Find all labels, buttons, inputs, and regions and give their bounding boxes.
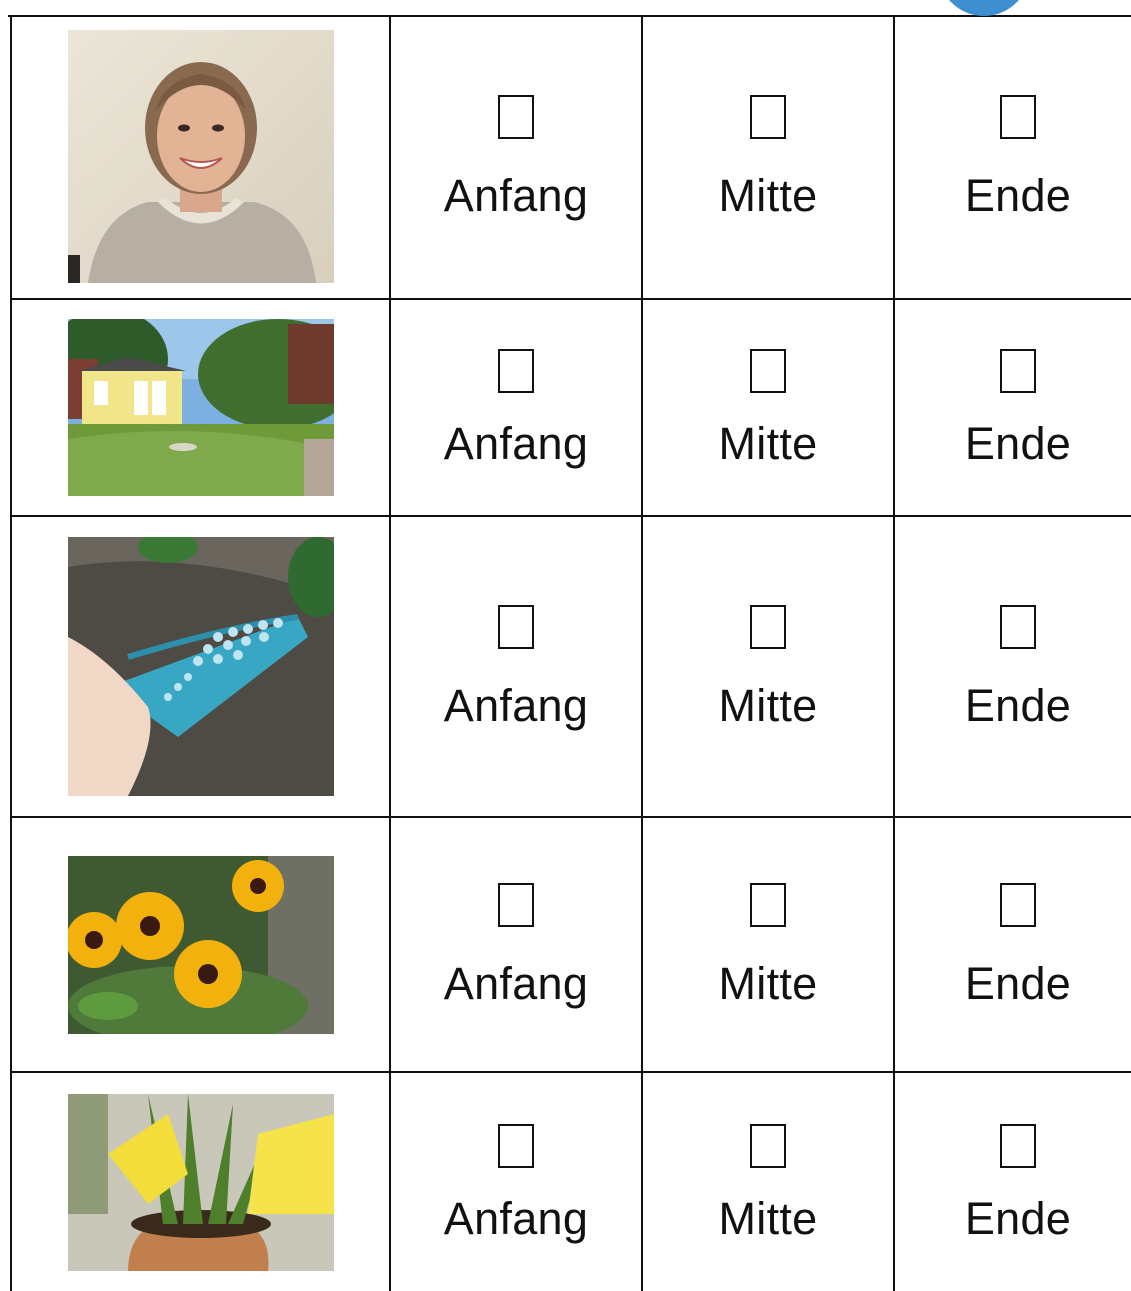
option-label: Mitte: [718, 170, 818, 221]
checkbox-mitte[interactable]: [750, 349, 786, 393]
answer-cell: Anfang: [389, 298, 643, 517]
answer-cell: Mitte: [641, 298, 895, 517]
checkbox-anfang[interactable]: [498, 349, 534, 393]
option-label: Ende: [964, 418, 1072, 469]
image-cell: [10, 515, 391, 818]
option-label: Mitte: [718, 680, 818, 731]
worksheet-table: Anfang Mitte Ende Anfang Mitte Ende Anfa…: [10, 15, 1131, 1291]
option-label: Mitte: [718, 958, 818, 1009]
answer-cell: Mitte: [641, 1071, 895, 1291]
answer-cell: Mitte: [641, 15, 895, 300]
answer-cell: Anfang: [389, 816, 643, 1073]
checkbox-ende[interactable]: [1000, 349, 1036, 393]
checkbox-mitte[interactable]: [750, 883, 786, 927]
answer-cell: Anfang: [389, 515, 643, 818]
answer-cell: Anfang: [389, 15, 643, 300]
image-cell: [10, 15, 391, 300]
checkbox-ende[interactable]: [1000, 95, 1036, 139]
option-label: Ende: [964, 170, 1072, 221]
worksheet-row: Anfang Mitte Ende: [10, 816, 1131, 1073]
option-label: Anfang: [443, 418, 589, 469]
answer-cell: Ende: [893, 298, 1131, 517]
image-cell: [10, 298, 391, 517]
garden-house-lawn-photo: [67, 319, 334, 496]
checkbox-mitte[interactable]: [750, 95, 786, 139]
option-label: Mitte: [718, 1192, 818, 1244]
answer-cell: Ende: [893, 15, 1131, 300]
option-label: Anfang: [443, 680, 589, 731]
option-label: Anfang: [443, 170, 589, 221]
corner-badge-logo: [938, 0, 1030, 16]
fertilizer-scoop-photo: [67, 537, 334, 796]
worksheet-row: Anfang Mitte Ende: [10, 298, 1131, 517]
image-cell: [10, 1071, 391, 1291]
checkbox-anfang[interactable]: [498, 1123, 534, 1168]
checkbox-mitte[interactable]: [750, 1123, 786, 1168]
option-label: Ende: [964, 680, 1072, 731]
option-label: Ende: [964, 1192, 1072, 1244]
option-label: Anfang: [443, 958, 589, 1009]
answer-cell: Mitte: [641, 515, 895, 818]
worksheet-row: Anfang Mitte Ende: [10, 1071, 1131, 1291]
checkbox-anfang[interactable]: [498, 883, 534, 927]
checkbox-anfang[interactable]: [498, 95, 534, 139]
answer-cell: Anfang: [389, 1071, 643, 1291]
checkbox-ende[interactable]: [1000, 883, 1036, 927]
option-label: Ende: [964, 958, 1072, 1009]
potted-plant-gloves-photo: [67, 1093, 334, 1271]
checkbox-mitte[interactable]: [750, 605, 786, 649]
checkbox-ende[interactable]: [1000, 605, 1036, 649]
answer-cell: Mitte: [641, 816, 895, 1073]
worksheet-row: Anfang Mitte Ende: [10, 15, 1131, 300]
image-cell: [10, 816, 391, 1073]
checkbox-ende[interactable]: [1000, 1123, 1036, 1168]
worksheet-row: Anfang Mitte Ende: [10, 515, 1131, 818]
woman-portrait-photo: [67, 30, 334, 283]
option-label: Mitte: [718, 418, 818, 469]
answer-cell: Ende: [893, 515, 1131, 818]
checkbox-anfang[interactable]: [498, 605, 534, 649]
option-label: Anfang: [443, 1192, 589, 1244]
yellow-flowers-photo: [67, 855, 334, 1034]
answer-cell: Ende: [893, 816, 1131, 1073]
answer-cell: Ende: [893, 1071, 1131, 1291]
